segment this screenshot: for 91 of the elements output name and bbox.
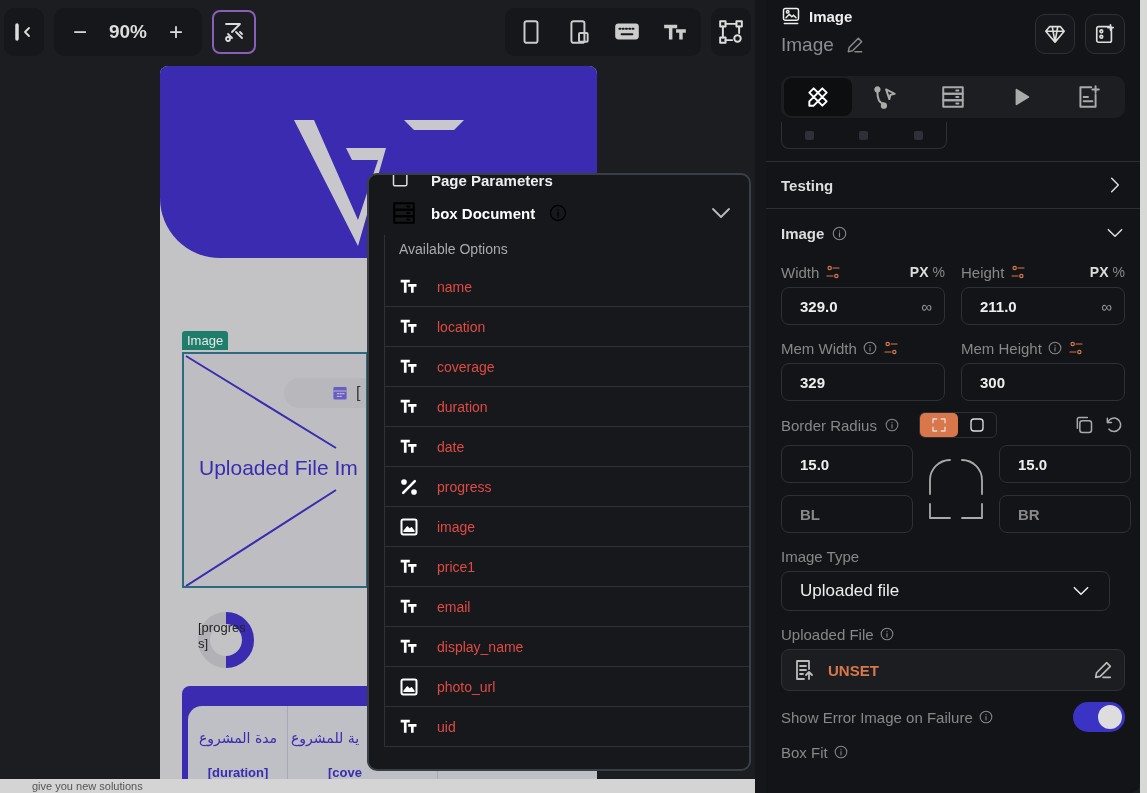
field-option[interactable]: email [385,587,749,627]
column-header: ية للمشروع [290,730,360,746]
corner-radius-field[interactable]: BL [781,495,913,533]
calendar-icon [332,385,348,401]
premium-button[interactable] [1035,14,1075,54]
size-field[interactable]: 211.0 ∞ [961,287,1125,325]
field-option[interactable]: progress [385,467,749,507]
add-widget-button[interactable] [1085,14,1125,54]
image-icon [781,6,801,26]
image-section[interactable]: Image [781,209,1125,257]
zoom-level: 90% [108,21,148,43]
info-icon [978,710,993,724]
info-icon [549,204,568,222]
image-type-dropdown[interactable]: Uploaded file [781,571,1110,611]
cursor-path-icon [872,84,899,110]
field-option[interactable]: price1 [385,547,749,587]
info-icon [833,745,848,759]
testing-section[interactable]: Testing [781,162,1125,208]
field-option[interactable]: photo_url [385,667,749,707]
field-label: Box Fit [781,743,828,761]
corners-icon [929,416,948,434]
field-label: Mem Height [961,339,1042,357]
column-header: مدة المشروع [198,730,278,746]
panel-tab[interactable] [784,78,852,116]
widget-type: Image [809,7,853,25]
widget-add-icon [1094,23,1116,45]
field-option[interactable]: date [385,427,749,467]
info-icon [832,225,848,241]
selection-tag: Image [182,331,229,350]
ai-tools-button[interactable] [212,10,256,54]
info-icon [862,341,877,355]
field-option[interactable]: display_name [385,627,749,667]
reset-icon [1104,415,1124,435]
px-unit[interactable]: PX [909,264,929,280]
corner-radius-field[interactable]: 15.0 [999,445,1131,483]
image-icon [399,676,419,697]
field-option[interactable]: image [385,507,749,547]
field-label: Image Type [781,546,861,567]
corner-radius-field[interactable]: BR [999,495,1131,533]
copy-icon [1074,415,1094,435]
corner-radius-field[interactable]: 15.0 [781,445,913,483]
date-chip-text: [ [356,384,361,402]
radius-mode-button[interactable] [919,413,958,437]
uploaded-file-field[interactable]: UNSET [781,649,1125,691]
database-icon [391,200,417,226]
size-field[interactable]: 329.0 ∞ [781,287,945,325]
background-text: give you new solutions [0,779,755,793]
diamond-icon [1044,23,1066,45]
field-option[interactable]: coverage [385,347,749,387]
widget-name: Image [781,34,834,56]
pencil-icon [1092,659,1114,681]
field-label: Height [961,263,1005,281]
field-label: Mem Width [781,339,857,357]
image-placeholder[interactable]: [ Uploaded File Im [182,352,368,588]
switch-label: Show Error Image on Failure [781,708,973,726]
px-unit[interactable]: PX [1089,264,1109,280]
percent-icon [399,476,419,497]
image-caption: Uploaded File Im [199,456,358,480]
box-document-header[interactable]: box Document [369,191,749,235]
error-image-switch[interactable] [1073,702,1125,732]
sliders-icon [882,340,899,356]
info-icon [884,418,899,432]
sliders-icon [1067,340,1084,356]
server-icon [940,84,966,110]
field-option[interactable]: uid [385,707,749,747]
table-cell-text: [cove [327,765,362,779]
radius-mode-switch[interactable] [918,412,997,438]
sliders-icon [1010,264,1027,280]
field-label: Width [781,263,820,281]
info-icon [879,627,894,641]
sliders-icon [825,264,842,280]
field-label: Border Radius [781,415,877,436]
field-label: Uploaded File [781,625,874,643]
options-label: Available Options [398,240,509,259]
parameters-icon [391,175,411,190]
zoom-in-button[interactable]: + [156,12,196,52]
field-option[interactable]: name [385,267,749,307]
image-icon [399,516,419,537]
info-icon [1047,341,1062,355]
nodes-gear-icon [718,19,744,45]
section-title: Page Parameters [431,175,553,189]
field-option[interactable]: duration [385,387,749,427]
square-icon [967,416,986,434]
field-option[interactable]: location [385,307,749,347]
magic-pencil-icon [222,20,246,44]
table-cell: [duration] [207,765,269,779]
percent-unit[interactable]: % [932,264,945,280]
percent-unit[interactable]: % [1112,264,1125,280]
size-field[interactable]: 300 [961,363,1125,401]
size-field[interactable]: 329 [781,363,945,401]
zoom-out-button[interactable]: − [60,12,100,52]
